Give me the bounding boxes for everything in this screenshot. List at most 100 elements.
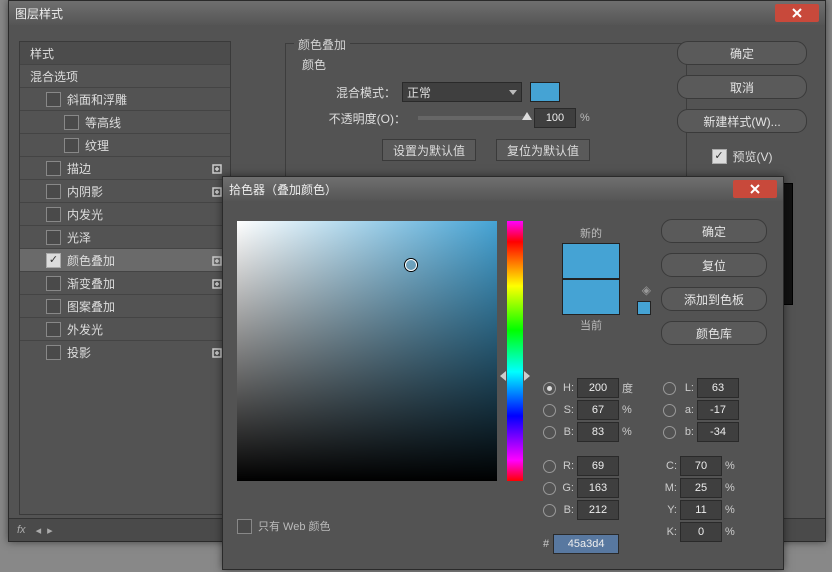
effect-label: 外发光 [67,321,103,338]
blend-mode-select[interactable]: 正常 [402,82,522,102]
effect-checkbox[interactable] [64,115,79,130]
effect-row[interactable]: 内阴影 [20,179,230,202]
field-input[interactable] [577,378,619,398]
blend-options-header[interactable]: 混合选项 [20,64,230,87]
effect-checkbox[interactable] [46,230,61,245]
opacity-slider[interactable] [418,116,528,120]
layer-style-titlebar[interactable]: 图层样式 [9,1,825,25]
effect-add-icon[interactable] [212,255,222,265]
effect-row[interactable]: 渐变叠加 [20,271,230,294]
field-input[interactable] [577,400,619,420]
picker-ok-button[interactable]: 确定 [661,219,767,243]
set-default-button[interactable]: 设置为默认值 [382,139,476,161]
effect-add-icon[interactable] [212,347,222,357]
new-color-label: 新的 [551,225,631,241]
close-button[interactable] [733,180,777,198]
effect-add-icon [212,232,222,242]
color-mode-radio[interactable] [543,404,556,417]
field-input[interactable] [697,422,739,442]
field-input[interactable] [577,456,619,476]
color-mode-radio[interactable] [543,460,556,473]
field-input[interactable] [577,422,619,442]
effect-row[interactable]: 图案叠加 [20,294,230,317]
color-field-cursor[interactable] [405,259,417,271]
color-field-row: H:度 [543,377,636,399]
current-color-swatch[interactable] [562,279,620,315]
effect-checkbox[interactable] [46,92,61,107]
effect-row[interactable]: 内发光 [20,202,230,225]
effect-checkbox[interactable] [46,322,61,337]
effect-checkbox[interactable] [46,345,61,360]
new-style-button[interactable]: 新建样式(W)... [677,109,807,133]
field-input[interactable] [697,400,739,420]
effect-checkbox[interactable] [46,276,61,291]
hue-arrow-right[interactable] [524,371,530,381]
effect-checkbox[interactable] [46,253,61,268]
field-input[interactable] [680,456,722,476]
close-button[interactable] [775,4,819,22]
effect-row[interactable]: 外发光 [20,317,230,340]
hue-slider[interactable] [507,221,523,481]
color-field-row: L: [663,377,756,399]
fx-label: fx [17,524,26,536]
effect-checkbox[interactable] [46,207,61,222]
effect-row[interactable]: 颜色叠加 [20,248,230,271]
field-input[interactable] [680,500,722,520]
field-input[interactable] [577,478,619,498]
color-mode-radio[interactable] [543,382,556,395]
effect-checkbox[interactable] [46,161,61,176]
effect-row[interactable]: 光泽 [20,225,230,248]
effect-label: 内阴影 [67,183,103,200]
field-label: S: [560,404,574,416]
picker-reset-button[interactable]: 复位 [661,253,767,277]
color-field[interactable] [237,221,497,481]
color-mode-radio[interactable] [663,382,676,395]
footer-arrows[interactable]: ◂▸ [36,524,53,537]
reset-default-button[interactable]: 复位为默认值 [496,139,590,161]
field-unit: % [725,482,739,494]
effect-checkbox[interactable] [46,299,61,314]
overlay-color-swatch[interactable] [530,82,560,102]
color-mode-radio[interactable] [543,426,556,439]
color-mode-radio[interactable] [663,404,676,417]
effect-row[interactable]: 等高线 [20,110,230,133]
color-picker-titlebar[interactable]: 拾色器（叠加颜色） [223,177,783,201]
picker-color-libs-button[interactable]: 颜色库 [661,321,767,345]
opacity-input[interactable] [534,108,576,128]
effect-add-icon [212,301,222,311]
effect-label: 纹理 [85,137,109,154]
effect-row[interactable]: 纹理 [20,133,230,156]
cube-icon[interactable]: ◈ [642,283,651,297]
effect-row[interactable]: 描边 [20,156,230,179]
color-field-row: G: [543,477,636,499]
effect-add-icon[interactable] [212,186,222,196]
cancel-button[interactable]: 取消 [677,75,807,99]
effect-checkbox[interactable] [46,184,61,199]
styles-header[interactable]: 样式 [20,42,230,64]
web-only-checkbox[interactable] [237,519,252,534]
field-input[interactable] [697,378,739,398]
preview-checkbox[interactable] [712,149,727,164]
hue-arrow-left[interactable] [500,371,506,381]
effect-row[interactable]: 投影 [20,340,230,363]
color-mode-radio[interactable] [543,482,556,495]
effect-label: 描边 [67,160,91,177]
field-input[interactable] [680,478,722,498]
effect-checkbox[interactable] [64,138,79,153]
color-field-row: B:% [543,421,636,443]
color-mode-radio[interactable] [663,426,676,439]
effect-add-icon[interactable] [212,278,222,288]
picker-add-swatch-button[interactable]: 添加到色板 [661,287,767,311]
hex-input[interactable] [553,534,619,554]
field-label: Y: [663,504,677,516]
ok-button[interactable]: 确定 [677,41,807,65]
effect-label: 投影 [67,344,91,361]
web-safe-swatch[interactable] [637,301,651,315]
effect-add-icon[interactable] [212,163,222,173]
field-input[interactable] [680,522,722,542]
color-mode-radio[interactable] [543,504,556,517]
field-input[interactable] [577,500,619,520]
effect-add-icon [212,324,222,334]
effect-label: 颜色叠加 [67,252,115,269]
effect-row[interactable]: 斜面和浮雕 [20,87,230,110]
